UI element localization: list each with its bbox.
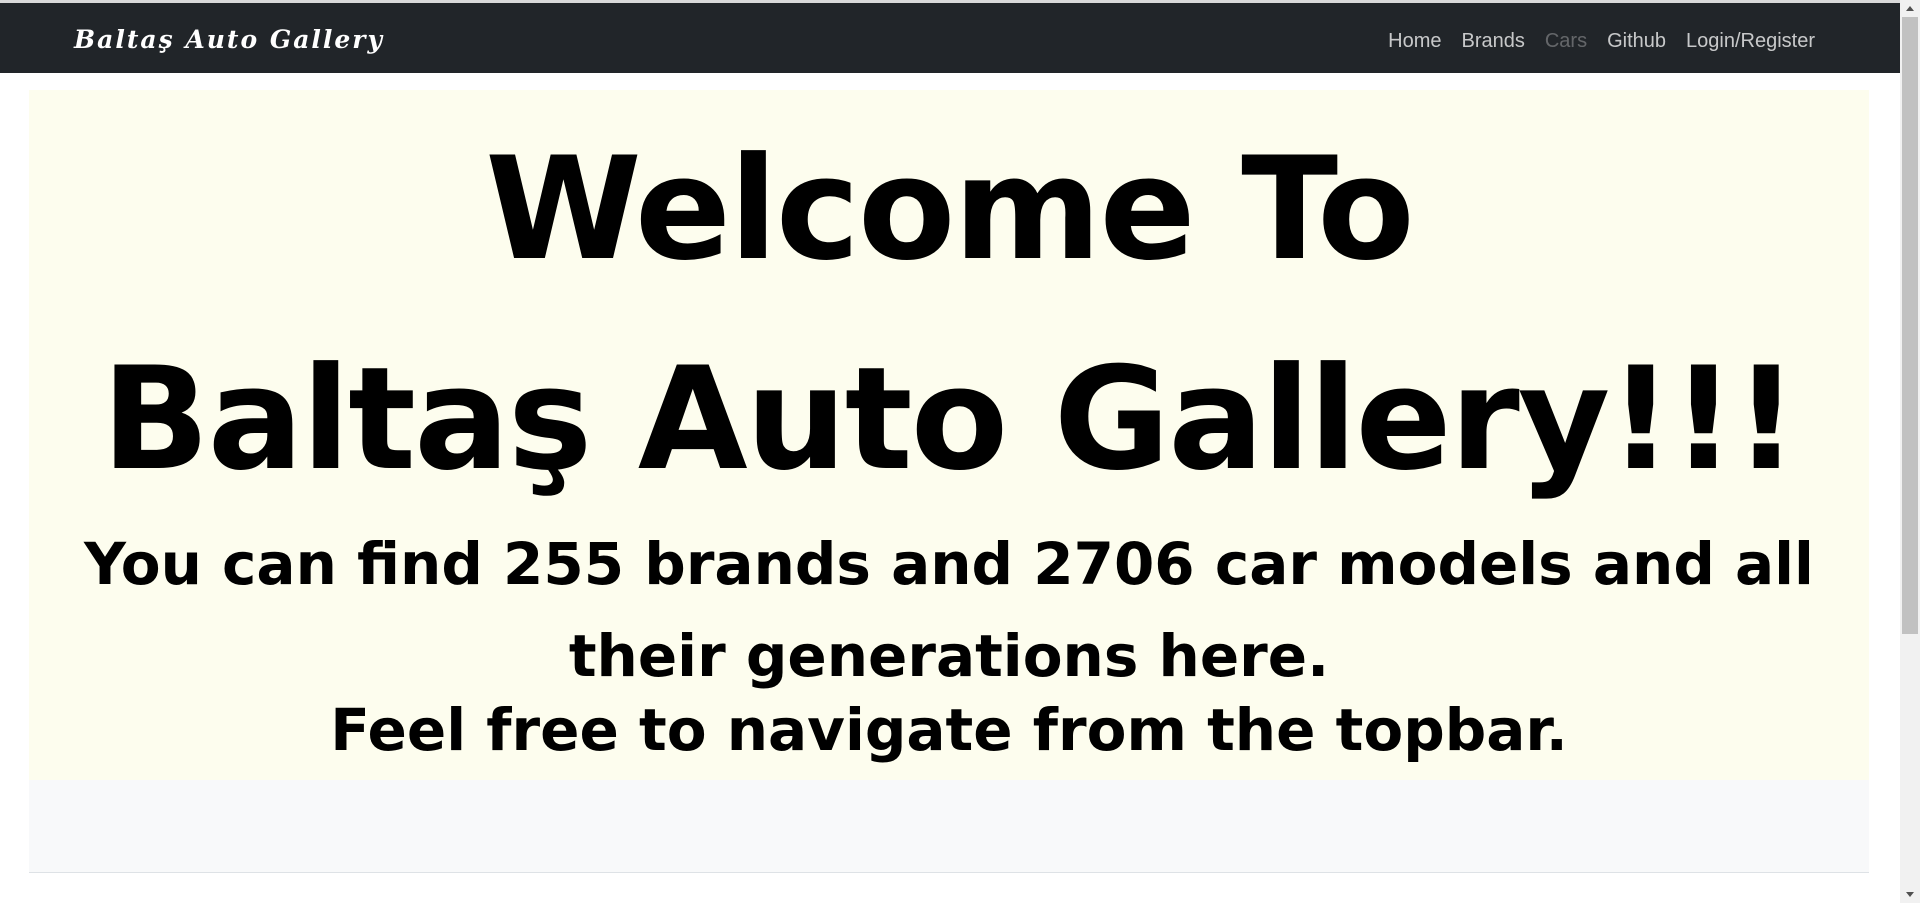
nav-link-github[interactable]: Github [1607,30,1666,53]
nav-links: Home Brands Cars Github Login/Register [1368,6,1815,76]
welcome-hero: Welcome To Baltaş Auto Gallery!!! You ca… [29,90,1869,780]
hero-subtitle: You can find 255 brands and 2706 car mod… [84,530,1814,690]
top-navbar: Baltaş Auto Gallery Home Brands Cars Git… [0,3,1900,73]
hero-navigation-hint: Feel free to navigate from the topbar. [330,696,1568,764]
scroll-up-arrow-icon[interactable] [1900,0,1920,17]
nav-link-home[interactable]: Home [1388,30,1441,53]
browser-viewport: Baltaş Auto Gallery Home Brands Cars Git… [0,0,1900,903]
vertical-scrollbar[interactable] [1900,0,1920,903]
brand-logo-link[interactable]: Baltaş Auto Gallery [74,20,384,60]
nav-link-brands[interactable]: Brands [1461,30,1524,53]
nav-link-cars: Cars [1544,29,1588,52]
scroll-down-arrow-icon[interactable] [1900,886,1920,903]
hero-title-line-2: Baltaş Auto Gallery!!! [101,337,1798,502]
hero-title-line-1: Welcome To [485,127,1415,292]
footer-area [29,780,1869,873]
nav-link-login-register[interactable]: Login/Register [1686,30,1815,53]
main-container: Welcome To Baltaş Auto Gallery!!! You ca… [29,90,1869,903]
scrollbar-thumb[interactable] [1902,17,1918,634]
